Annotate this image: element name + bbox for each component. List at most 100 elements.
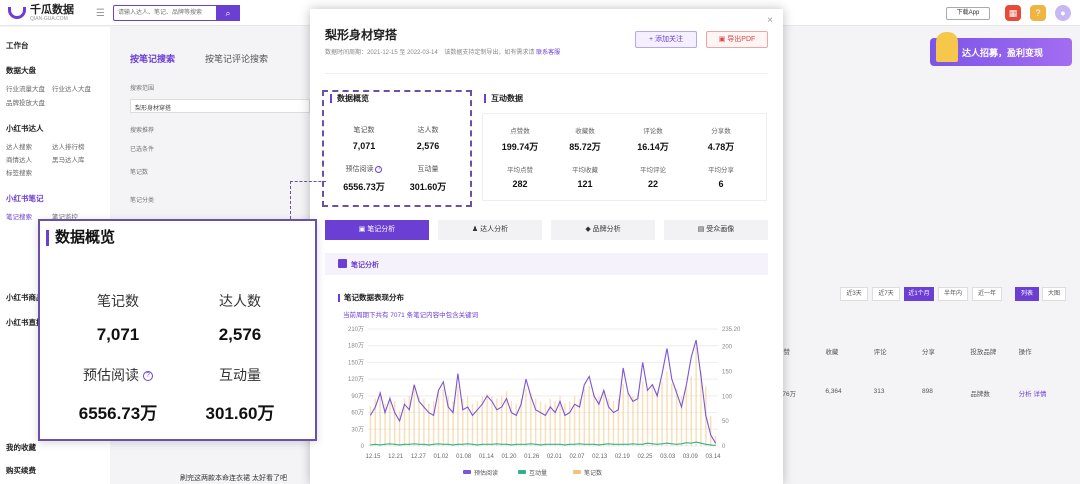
table-header-cell: 分享 — [921, 349, 935, 356]
x-tick-label: 02.01 — [547, 454, 563, 460]
x-tick-label: 12.15 — [365, 454, 381, 460]
x-tick-label: 03.09 — [683, 454, 699, 460]
sidebar-item-xhs-note[interactable]: 小红书笔记 — [6, 193, 44, 204]
stat-label: 预估阅读 ? — [334, 164, 394, 174]
search-button[interactable]: ⌕ — [216, 5, 240, 21]
logo[interactable]: 千瓜数据 QIAN-GUA.COM — [8, 4, 74, 22]
notes-bar — [632, 396, 634, 446]
sidebar-item-data-market[interactable]: 数据大盘 — [6, 65, 36, 76]
logo-subtitle: QIAN-GUA.COM — [30, 15, 68, 22]
interaction-stat: 评论数 16.14万 — [620, 125, 686, 153]
x-tick-label: 02.13 — [592, 454, 608, 460]
apps-icon[interactable]: ▦ — [1005, 5, 1021, 21]
zoom-stat-interactions: 互动量 301.60万 — [180, 365, 300, 424]
notes-bar — [491, 396, 493, 446]
menu-toggle-icon[interactable]: ☰ — [96, 8, 105, 19]
add-follow-button[interactable]: + 添加关注 — [635, 31, 697, 48]
interaction-stat-value: 85.72万 — [569, 142, 601, 152]
sidebar-subitem[interactable]: 行业达人大盘 — [52, 83, 91, 93]
banner-figure-icon — [936, 32, 958, 62]
connector-line — [290, 181, 291, 219]
help-circle-icon[interactable]: ? — [142, 371, 153, 382]
tab-note-analysis[interactable]: ▣ 笔记分析 — [325, 220, 429, 240]
notes-bar — [369, 406, 372, 446]
notes-bar — [394, 401, 396, 446]
y-left-tick-label: 60万 — [351, 410, 364, 417]
logo-mark-icon — [8, 7, 26, 19]
y-left-tick-label: 90万 — [351, 393, 364, 400]
table-row: 1.76万 6,364 313 898 品牌数 分析 详情 — [777, 388, 1067, 398]
stat-value: 301.60万 — [409, 182, 447, 192]
filter-7days[interactable]: 近7天 — [872, 287, 900, 301]
notes-bar — [666, 371, 668, 446]
legend-label: 预估阅读 — [474, 469, 498, 477]
sidebar-item-workbench[interactable]: 工作台 — [6, 40, 29, 51]
sidebar-subitem-active[interactable]: 笔记搜索 — [6, 211, 32, 221]
tab-audience[interactable]: ▤ 受众画像 — [664, 220, 768, 240]
sidebar-item-xhs-kol[interactable]: 小红书达人 — [6, 123, 44, 134]
tab-note-search[interactable]: 按笔记搜索 — [130, 52, 175, 65]
chart-subtitle: 当前周期下共有 7071 条笔记内容中包含关键词 — [343, 312, 479, 319]
filter-1year[interactable]: 近一年 — [972, 287, 1002, 301]
export-pdf-button[interactable]: ▣ 导出PDF — [706, 31, 768, 48]
sidebar-subitem[interactable]: 行业流量大盘 — [6, 83, 45, 93]
sidebar-item-buy[interactable]: 购买续费 — [6, 465, 36, 476]
filter-half-year[interactable]: 半年内 — [938, 287, 968, 301]
sidebar-subitem[interactable]: 黑马达人库 — [52, 154, 85, 164]
notes-bar — [471, 403, 474, 446]
notes-bar — [437, 391, 440, 446]
tab-comment-search[interactable]: 按笔记评论搜索 — [205, 52, 268, 65]
search-icon: ⌕ — [225, 8, 231, 18]
contact-service-link[interactable]: 联系客服 — [536, 50, 560, 56]
download-app-button[interactable]: 下载App — [946, 7, 990, 20]
avatar[interactable]: ● — [1055, 5, 1071, 21]
notes-bar — [544, 403, 547, 446]
table-actions[interactable]: 分析 详情 — [1019, 388, 1067, 398]
tab-label: 受众画像 — [706, 226, 735, 233]
notes-bar — [637, 393, 639, 446]
stat-reads: 预估阅读 ? 6556.73万 — [334, 164, 394, 193]
tab-label: 达人分析 — [480, 226, 509, 233]
keyword-input[interactable]: 梨形身材穿搭 — [130, 99, 310, 113]
stat-value: 7,071 — [352, 141, 376, 151]
interaction-stat-value: 121 — [577, 179, 593, 189]
zoom-stat-label: 达人数 — [219, 293, 261, 309]
interaction-title: 互动数据 — [484, 94, 523, 103]
stat-kols: 达人数 2,576 — [398, 125, 458, 151]
view-list[interactable]: 列表 — [1015, 287, 1039, 301]
x-tick-label: 12.21 — [388, 454, 404, 460]
sidebar-subitem[interactable]: 品牌投放大盘 — [6, 97, 45, 107]
view-grid[interactable]: 大图 — [1042, 287, 1066, 301]
close-icon[interactable]: × — [767, 15, 773, 26]
notes-bar — [627, 391, 629, 446]
notes-bar — [476, 401, 479, 446]
selected-label: 已选条件 — [130, 147, 155, 153]
y-right-tick-label: 0 — [722, 444, 726, 450]
search-input[interactable] — [114, 6, 214, 20]
zoom-stat-value: 7,071 — [96, 325, 140, 344]
filter-1month[interactable]: 近1个月 — [904, 287, 934, 301]
tab-kol-analysis[interactable]: ♟ 达人分析 — [438, 220, 542, 240]
x-tick-label: 01.08 — [456, 454, 472, 460]
y-left-tick-label: 180万 — [348, 343, 364, 350]
search-box: ⌕ — [113, 5, 240, 21]
filter-3days[interactable]: 近3天 — [840, 287, 868, 301]
tab-label: 笔记分析 — [367, 226, 396, 233]
notes-bar — [486, 393, 488, 446]
help-circle-icon[interactable]: ? — [375, 165, 383, 173]
interaction-stat-label: 平均点赞 — [507, 167, 533, 174]
profile-icon: ▤ — [697, 226, 707, 233]
notes-bar — [413, 386, 415, 446]
zoom-stat-label: 互动量 — [219, 367, 261, 383]
note-analysis-header-text: 笔记分析 — [351, 262, 379, 269]
sidebar-subitem[interactable]: 达人搜索 — [6, 141, 32, 151]
legend-swatch — [463, 470, 471, 474]
sidebar-subitem[interactable]: 达人排行榜 — [52, 141, 85, 151]
tab-brand-analysis[interactable]: ◆ 品牌分析 — [551, 220, 655, 240]
sidebar-item-mine[interactable]: 我的收藏 — [6, 442, 36, 453]
sidebar-subitem[interactable]: 标签搜索 — [6, 167, 32, 177]
recruit-banner[interactable]: 达人招募，盈利变现 — [930, 32, 1072, 66]
sidebar-subitem[interactable]: 商情达人 — [6, 154, 32, 164]
bottom-note-title[interactable]: 刷完这两款本命连衣裙 太好看了吧 — [180, 473, 287, 483]
help-icon[interactable]: ? — [1030, 5, 1046, 21]
